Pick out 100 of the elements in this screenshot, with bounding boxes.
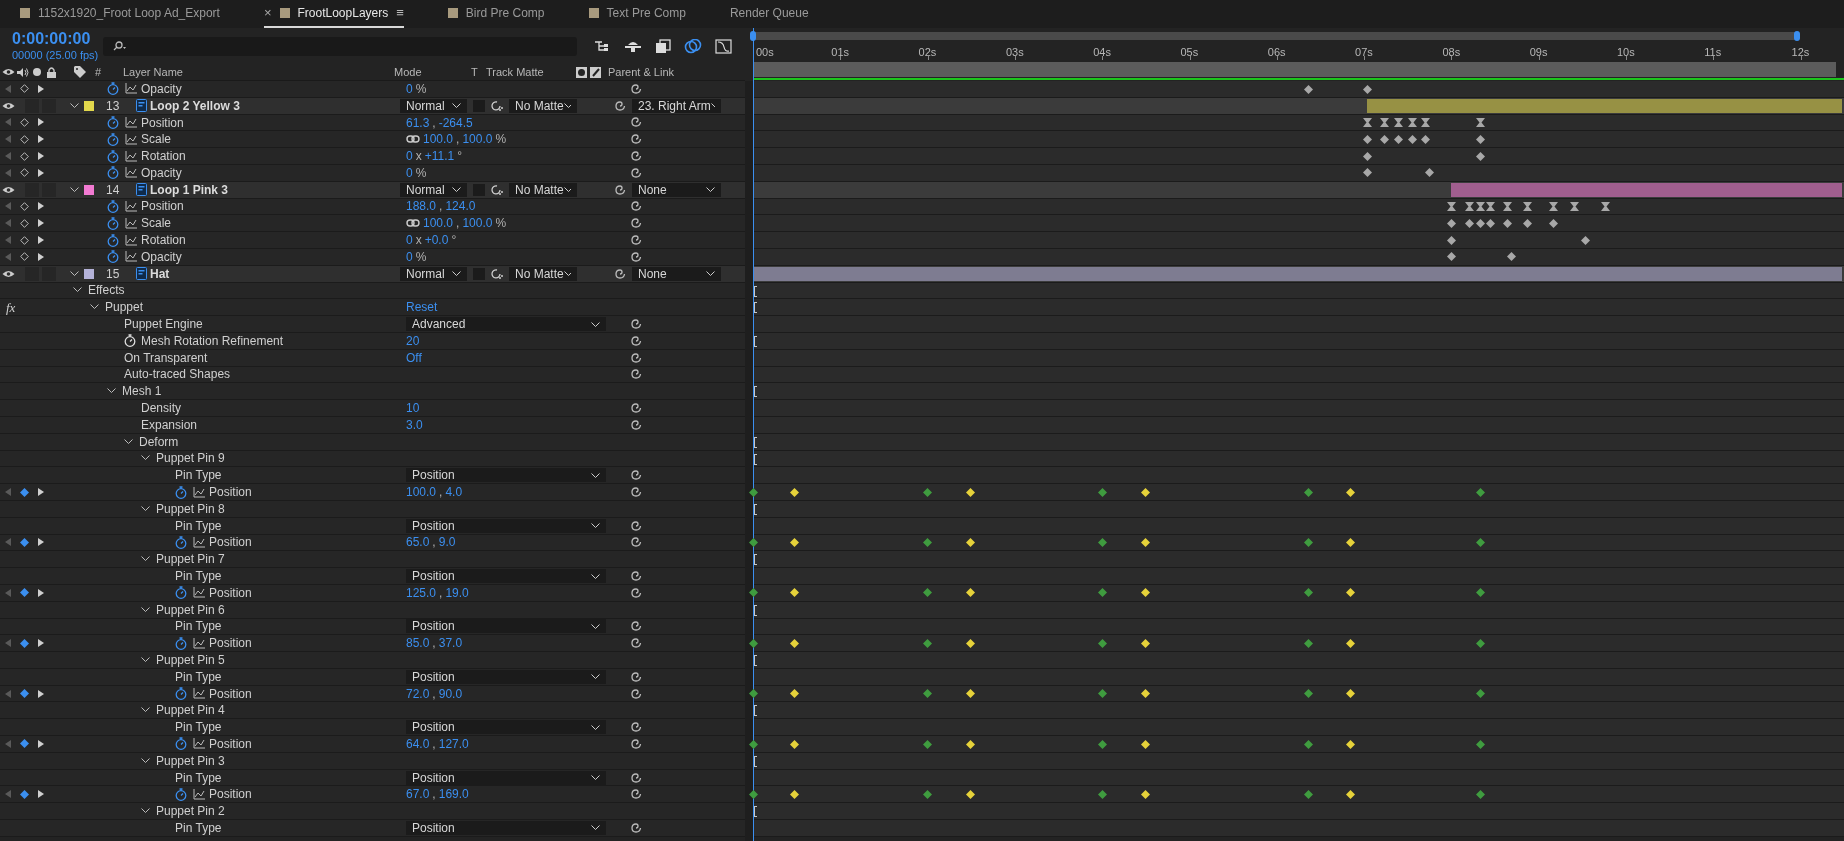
pick-whip-icon[interactable] bbox=[630, 620, 642, 633]
chevron-icon[interactable] bbox=[107, 388, 116, 395]
keyframe-icon[interactable] bbox=[1097, 789, 1107, 799]
keyframe-icon[interactable] bbox=[1475, 134, 1485, 144]
value-field[interactable]: 9.0 bbox=[438, 533, 456, 552]
matte-source-icon[interactable] bbox=[491, 99, 504, 112]
link-icon[interactable] bbox=[406, 135, 420, 144]
chevron-icon[interactable] bbox=[141, 757, 150, 764]
keyframe-icon[interactable] bbox=[1097, 487, 1107, 497]
column-header[interactable]: # bbox=[95, 63, 123, 81]
keyframe-icon[interactable] bbox=[748, 588, 758, 598]
pick-whip-icon[interactable] bbox=[630, 166, 642, 179]
value-dropdown[interactable]: Position bbox=[406, 669, 606, 684]
graph-icon[interactable] bbox=[125, 83, 137, 95]
keyframe-icon[interactable] bbox=[1304, 588, 1314, 598]
i-beam-marker-icon[interactable] bbox=[752, 705, 757, 717]
graph-icon[interactable] bbox=[193, 587, 205, 599]
pick-whip-icon[interactable] bbox=[630, 150, 642, 163]
pick-whip-icon[interactable] bbox=[614, 183, 626, 196]
keyframe-icon[interactable] bbox=[965, 789, 975, 799]
label-color-swatch[interactable] bbox=[84, 100, 94, 111]
i-beam-marker-icon[interactable] bbox=[752, 436, 757, 448]
i-beam-marker-icon[interactable] bbox=[752, 554, 757, 566]
panel-menu-button[interactable]: ≡ bbox=[396, 3, 404, 23]
value-field[interactable]: 72.0 bbox=[406, 684, 430, 703]
keyframe-icon[interactable] bbox=[789, 789, 799, 799]
pick-whip-icon[interactable] bbox=[630, 536, 642, 549]
stopwatch-icon[interactable] bbox=[107, 216, 119, 230]
pick-whip-icon[interactable] bbox=[630, 570, 642, 582]
keyframe-icon[interactable] bbox=[923, 739, 933, 749]
value-field[interactable]: 100.0 bbox=[423, 214, 454, 233]
hold-keyframe-icon[interactable] bbox=[1503, 202, 1513, 212]
add-keyframe-button[interactable] bbox=[20, 134, 29, 144]
group-name[interactable]: Puppet Pin 2 bbox=[156, 802, 225, 821]
link-icon[interactable] bbox=[406, 219, 420, 228]
stopwatch-icon[interactable] bbox=[107, 200, 119, 213]
add-keyframe-button[interactable] bbox=[20, 218, 29, 228]
graph-icon[interactable] bbox=[193, 788, 205, 800]
value-field[interactable]: 3.0 bbox=[406, 415, 423, 434]
pick-whip-icon[interactable] bbox=[630, 82, 642, 95]
add-keyframe-button[interactable] bbox=[20, 487, 29, 497]
keyframe-icon[interactable] bbox=[923, 638, 933, 648]
group-name[interactable]: Puppet Pin 9 bbox=[156, 449, 225, 468]
hierarchy-icon[interactable] bbox=[594, 39, 611, 53]
add-keyframe-button[interactable] bbox=[20, 168, 29, 178]
column-header[interactable]: T bbox=[471, 63, 486, 81]
value-field[interactable]: 65.0 bbox=[406, 533, 430, 552]
label-color-swatch[interactable] bbox=[84, 184, 94, 195]
film-frames-icon[interactable] bbox=[655, 38, 671, 54]
matte-source-icon[interactable] bbox=[491, 183, 504, 196]
keyframe-icon[interactable] bbox=[965, 588, 975, 598]
hold-keyframe-icon[interactable] bbox=[1408, 118, 1418, 128]
pick-whip-icon[interactable] bbox=[630, 133, 642, 146]
keyframe-icon[interactable] bbox=[1581, 235, 1591, 245]
hold-keyframe-icon[interactable] bbox=[1569, 202, 1579, 212]
value-dropdown[interactable]: Position bbox=[406, 569, 606, 583]
value-field[interactable]: 0 bbox=[406, 147, 413, 166]
pick-whip-icon[interactable] bbox=[630, 721, 642, 734]
keyframe-icon[interactable] bbox=[1097, 588, 1107, 598]
track-matte-dropdown[interactable]: No Matte bbox=[509, 182, 577, 197]
add-keyframe-button[interactable] bbox=[20, 151, 29, 161]
graph-icon[interactable] bbox=[193, 536, 205, 548]
keyframe-icon[interactable] bbox=[1346, 689, 1356, 699]
keyframe-icon[interactable] bbox=[1446, 218, 1456, 228]
solo-icon[interactable] bbox=[33, 68, 41, 76]
keyframe-icon[interactable] bbox=[1475, 689, 1485, 699]
value-field[interactable]: 124.0 bbox=[445, 197, 476, 216]
pick-whip-icon[interactable] bbox=[630, 637, 642, 650]
value-field[interactable]: 0 bbox=[406, 79, 413, 98]
keyframe-icon[interactable] bbox=[1097, 638, 1107, 648]
value-field[interactable]: 61.3 bbox=[406, 113, 430, 132]
close-button[interactable]: × bbox=[263, 3, 272, 23]
keyframe-icon[interactable] bbox=[789, 638, 799, 648]
graph-icon[interactable] bbox=[125, 117, 137, 128]
graph-icon[interactable] bbox=[193, 637, 205, 649]
value-field[interactable]: Off bbox=[406, 348, 422, 367]
keyframe-icon[interactable] bbox=[1304, 538, 1314, 547]
value-field[interactable]: 4.0 bbox=[445, 483, 463, 502]
stopwatch-icon[interactable] bbox=[107, 116, 119, 129]
value-dropdown[interactable]: Position bbox=[406, 619, 606, 634]
group-name[interactable]: Puppet bbox=[105, 298, 144, 317]
layer-duration-bar[interactable] bbox=[1367, 98, 1842, 113]
i-beam-marker-icon[interactable] bbox=[752, 335, 757, 347]
graph-icon[interactable] bbox=[125, 234, 137, 246]
keyframe-icon[interactable] bbox=[1346, 638, 1356, 648]
pick-whip-icon[interactable] bbox=[630, 334, 642, 347]
keyframe-icon[interactable] bbox=[1475, 739, 1485, 749]
pick-whip-icon[interactable] bbox=[630, 771, 642, 784]
stopwatch-icon[interactable] bbox=[175, 485, 187, 499]
hold-keyframe-icon[interactable] bbox=[1548, 202, 1558, 212]
keyframe-icon[interactable] bbox=[1141, 487, 1151, 497]
keyframe-icon[interactable] bbox=[1475, 538, 1485, 547]
keyframe-icon[interactable] bbox=[1346, 588, 1356, 598]
chevron-icon[interactable] bbox=[70, 102, 79, 109]
keyframe-icon[interactable] bbox=[1548, 218, 1558, 228]
mode-dropdown[interactable]: Normal bbox=[400, 182, 467, 197]
keyframe-icon[interactable] bbox=[923, 588, 933, 598]
keyframe-icon[interactable] bbox=[1141, 689, 1151, 699]
stopwatch-icon[interactable] bbox=[107, 250, 119, 264]
pick-whip-icon[interactable] bbox=[630, 318, 642, 331]
